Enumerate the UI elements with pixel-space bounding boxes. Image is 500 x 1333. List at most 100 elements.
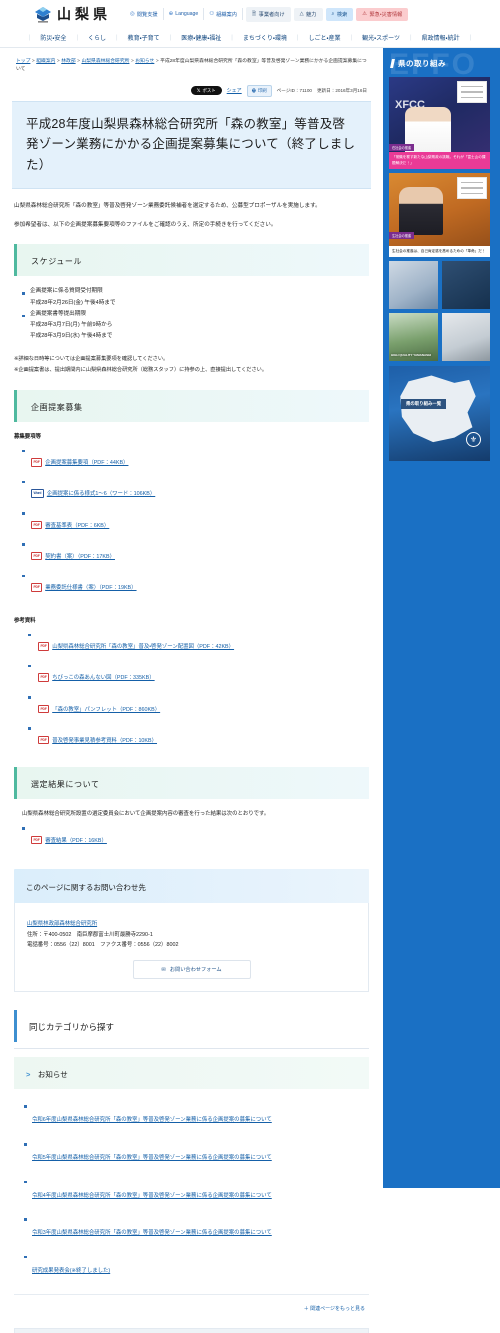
file-list-result: PDF 審査結果（PDF：16KB） [22, 822, 371, 853]
sidebar-image-tile[interactable]: HIGH QUALITY YAMANASHI [389, 313, 438, 361]
page-id: ページID：71100 [276, 87, 312, 93]
contact-form-label: お問い合わせフォーム [169, 967, 222, 974]
sidebar-image-grid-row-2: HIGH QUALITY YAMANASHI [389, 313, 500, 361]
people-icon: ⚇ [209, 11, 215, 17]
category-link[interactable]: 令和3年度山梨県森林総合研究所「森の教室」等普及啓発ゾーン業務に係る企画提案の募… [32, 1230, 272, 1236]
category-link[interactable]: 令和6年度山梨県森林総合研究所「森の教室」等普及啓発ゾーン業務に係る企画提案の募… [32, 1117, 272, 1123]
file-link[interactable]: 業務委託仕様書（案）（PDF：19KB） [45, 585, 136, 591]
chevron-right-icon: > [26, 1070, 31, 1080]
list-item: 令和6年度山梨県森林総合研究所「森の教室」等普及啓発ゾーン業務に係る企画提案の募… [24, 1098, 371, 1136]
updated-date: 更新日：2016年3月16日 [316, 87, 367, 93]
nav-item-machizukuri[interactable]: まちづくり・環境 [234, 33, 296, 42]
sidebar-promo-card-1[interactable]: XFCC 在社会の推進 「常識を覆す新たな山梨県政の挑戦。それが「富士山の課題解… [389, 77, 490, 169]
sidebar-map-card[interactable]: 県の取り組み一覧 ⚜ [389, 366, 490, 461]
section-heading-schedule: スケジュール [14, 244, 369, 277]
accent-bar-icon [390, 59, 395, 68]
promo-logo-icon [457, 81, 487, 103]
header-tools: ◎ 閲覧支援 ⊕ Language ⚇ 組織案内 🗎 事業者向け △ 魅力 ⌕ … [125, 6, 409, 22]
category-link[interactable]: 令和5年度山梨県森林総合研究所「森の教室」等普及啓発ゾーン業務に係る企画提案の募… [32, 1155, 272, 1161]
header-button-emergency[interactable]: ⚠ 緊急・災害情報 [356, 7, 409, 21]
file-list-item: PDF 「森の教室」パンフレット（PDF：860KB） [22, 691, 371, 722]
category-link[interactable]: 令和4年度山梨県森林総合研究所「森の教室」等普及啓発ゾーン業務に係る企画提案の募… [32, 1193, 272, 1199]
sidebar-image-tile[interactable] [441, 261, 490, 309]
prefecture-emblem-icon: ⚜ [466, 432, 481, 447]
category-link[interactable]: 研究成果発表会(※終了しました) [32, 1268, 110, 1274]
nav-item-shigoto[interactable]: しごと・産業 [299, 33, 349, 42]
pdf-tag-icon: PDF [38, 642, 50, 651]
share-link[interactable]: シェア [227, 87, 242, 94]
schedule-note: ※企画提案書は、提出期間内に山梨県森林総合研究所（総務スタッフ）に持参の上、直接… [14, 367, 268, 374]
promo-tag-label: 生社会の推進 [389, 232, 415, 239]
header-tool-organization[interactable]: ⚇ 組織案内 [204, 8, 243, 20]
site-logo[interactable]: 山梨県 [34, 4, 111, 24]
file-link[interactable]: 審査結果（PDF：16KB） [45, 838, 107, 844]
main-content: トップ > 組織案内 > 林政部 > 山梨県森林総合研究所 > お知らせ > 平成28年度山梨県森林… [0, 48, 383, 1333]
nav-item-kanko[interactable]: 観光・スポーツ [353, 33, 409, 42]
file-link[interactable]: 契約書（案）（PDF：17KB） [45, 554, 115, 560]
breadcrumb-link-dept[interactable]: 林政部 [61, 59, 75, 64]
breadcrumb-link-org[interactable]: 組織案内 [36, 59, 55, 64]
mountain-icon: △ [299, 11, 304, 17]
mail-icon: ✉ [161, 966, 166, 973]
breadcrumb: トップ > 組織案内 > 林政部 > 山梨県森林総合研究所 > お知らせ > 平成28年度山梨県森林… [16, 59, 367, 73]
site-header: 山梨県 ◎ 閲覧支援 ⊕ Language ⚇ 組織案内 🗎 事業者向け △ 魅… [0, 0, 500, 28]
breadcrumb-link-institute[interactable]: 山梨県森林総合研究所 [81, 59, 129, 64]
contact-org-link[interactable]: 山梨県林政部森林総合研究所 [27, 921, 97, 927]
header-tool-language[interactable]: ⊕ Language [164, 8, 205, 20]
nav-item-kensei[interactable]: 県政情報・統計 [413, 33, 469, 42]
nav-item-kyoiku[interactable]: 教育・子育て [119, 33, 169, 42]
file-list-item: PDF 山梨県森林総合研究所「森の教室」普及・啓発ゾーン配置図（PDF：42KB） [22, 628, 371, 659]
list-item: 令和5年度山梨県森林総合研究所「森の教室」等普及啓発ゾーン業務に係る企画提案の募… [24, 1136, 371, 1174]
category-link-list: 令和6年度山梨県森林総合研究所「森の教室」等普及啓発ゾーン業務に係る企画提案の募… [24, 1098, 371, 1286]
article-meta-row: 𝕏 ポスト シェア 🖶 印刷 ページID：71100 更新日：2016年3月16日 [12, 83, 371, 101]
sidebar-image-tile[interactable] [389, 261, 438, 309]
file-list-item: PDF 審査結果（PDF：16KB） [22, 822, 371, 853]
file-link[interactable]: 企画提案募集要項（PDF：44KB） [45, 460, 128, 466]
header-tool-label: 閲覧支援 [136, 11, 158, 18]
nav-item-bosai[interactable]: 防災・安全 [31, 33, 75, 42]
pdf-tag-icon: PDF [31, 583, 43, 592]
header-tool-accessibility[interactable]: ◎ 閲覧支援 [125, 8, 164, 20]
file-link[interactable]: 普及啓発事業見積参考資料（PDF：10KB） [52, 738, 157, 744]
file-link[interactable]: 山梨県森林総合研究所「森の教室」普及・啓発ゾーン配置図（PDF：42KB） [52, 644, 234, 650]
file-list-requirements: PDF 企画提案募集要項（PDF：44KB） Word 企画提案に係る様式1～6（ワ… [22, 444, 371, 600]
file-link[interactable]: ちびっこの森あんない図（PDF：335KB） [52, 675, 154, 681]
category-sub-heading[interactable]: > お知らせ [14, 1057, 369, 1090]
promo-person-figure [399, 187, 443, 235]
header-button-label: 事業者向け [258, 11, 285, 18]
nav-item-kurashi[interactable]: くらし [79, 33, 115, 42]
sidebar-image-tile[interactable] [441, 313, 490, 361]
sidebar-promo-card-2[interactable]: 生社会の推進 生社会の推進は、自己肯定感を高めるための「革命」だ！ [389, 173, 490, 257]
file-link[interactable]: 「森の教室」パンフレット（PDF：860KB） [52, 707, 160, 713]
category-divider [14, 1048, 369, 1050]
result-text: 山梨県森林総合研究所設置の選定委員会において企画提案内容の審査を行った結果は次の… [22, 810, 270, 817]
more-related-pages-link[interactable]: ＋ 関連ページをもっと見る [14, 1294, 369, 1312]
breadcrumb-link-news[interactable]: お知らせ [135, 59, 154, 64]
schedule-item-line: 平成28年3月9日(水) 午後4時まで [30, 333, 113, 340]
header-button-label: 魅力 [306, 11, 317, 18]
category-heading-label: 同じカテゴリから探す [29, 1022, 115, 1033]
contact-address: 住所：〒400-0502 南巨摩郡富士川町最勝寺2290-1 [27, 931, 153, 938]
header-button-attraction[interactable]: △ 魅力 [293, 7, 323, 21]
pdf-tag-icon: PDF [31, 551, 43, 561]
sidebar-image-label: HIGH QUALITY YAMANASHI [391, 353, 432, 358]
mountain-diamond-logo-icon [34, 6, 52, 23]
category-sub-heading-label: お知らせ [37, 1070, 68, 1080]
survey-heading: より良いウェブサイトにするためにみなさまのご意見をお聞かせください [15, 1329, 368, 1333]
header-button-search[interactable]: ⌕ 検索 [325, 7, 354, 21]
contact-form-button[interactable]: ✉ お問い合わせフォーム [132, 960, 251, 980]
header-button-business[interactable]: 🗎 事業者向け [245, 6, 291, 22]
pdf-tag-icon: PDF [38, 735, 50, 745]
file-link[interactable]: 企画提案に係る様式1～6（ワード：106KB） [47, 491, 155, 497]
x-post-label: ポスト [202, 87, 216, 93]
header-button-label: 検索 [336, 11, 348, 18]
print-button[interactable]: 🖶 印刷 [246, 84, 272, 97]
contact-phone: 電話番号：0556（22）8001 ファクス番号：0556（22）8002 [27, 942, 179, 949]
x-post-button[interactable]: 𝕏 ポスト [190, 86, 222, 96]
breadcrumb-link-top[interactable]: トップ [16, 59, 30, 64]
alert-icon: ⚠ [362, 11, 367, 17]
file-link[interactable]: 審査基準表（PDF：6KB） [45, 523, 109, 529]
section-heading-proposal: 企画提案募集 [14, 390, 369, 423]
nav-item-iryo[interactable]: 医療・健康・福祉 [172, 33, 230, 42]
word-tag-icon: Word [31, 489, 44, 499]
